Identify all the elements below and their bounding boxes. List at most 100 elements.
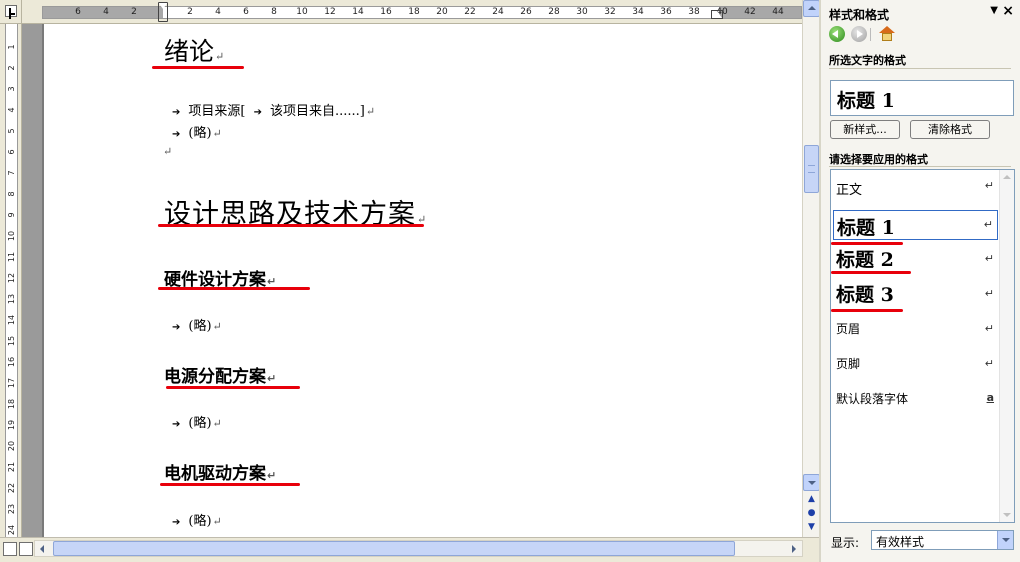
- ruler-tick: 10: [7, 230, 16, 242]
- chevron-down-icon[interactable]: [997, 531, 1013, 549]
- close-icon[interactable]: ×: [1002, 3, 1014, 19]
- tab-selector[interactable]: [0, 0, 22, 24]
- bullet-arrow-icon: ➔: [172, 322, 181, 333]
- document-horizontal-scrollbar[interactable]: [34, 540, 803, 557]
- style-item-heading-2[interactable]: 标题 2 ↵: [833, 245, 998, 273]
- ruler-tick: 28: [548, 7, 560, 17]
- bottom-bar: [0, 537, 819, 562]
- bullet-text: (略): [188, 319, 212, 334]
- clear-format-button[interactable]: 清除格式: [910, 120, 990, 139]
- divider: [829, 166, 1011, 167]
- scroll-down-button[interactable]: [803, 474, 820, 491]
- ruler-tick: 6: [75, 7, 81, 17]
- style-item-footer[interactable]: 页脚 ↵: [833, 355, 998, 375]
- ruler-tick: 22: [464, 7, 476, 17]
- ruler-tick: 4: [7, 107, 16, 113]
- red-underline: [158, 224, 424, 227]
- ruler-tick: 36: [660, 7, 672, 17]
- right-indent-marker[interactable]: [711, 10, 723, 19]
- arrow-up-icon: [808, 6, 816, 10]
- style-item-heading-3[interactable]: 标题 3 ↵: [833, 280, 998, 308]
- arrow-right-icon[interactable]: [792, 545, 796, 553]
- style-item-heading-1[interactable]: 标题 1 ↵: [833, 210, 998, 240]
- bullet-item[interactable]: ➔ (略)↵: [172, 412, 222, 431]
- style-list[interactable]: 正文 ↵ 标题 1 ↵ 标题 2 ↵ 标题 3 ↵ 页眉 ↵ 页脚 ↵ 默认段落…: [830, 169, 1015, 523]
- ruler-tick: 11: [7, 251, 16, 263]
- document-page[interactable]: 绪论↵ ➔ 项目来源[ ➔ 该项目来自......]↵ ➔ (略)↵ ↵ 设计思路及技…: [44, 24, 802, 537]
- style-item-header[interactable]: 页眉 ↵: [833, 320, 998, 340]
- paragraph-mark-icon: ↵: [984, 179, 994, 192]
- arrow-left-icon[interactable]: [40, 545, 44, 553]
- left-tab-icon: [5, 5, 17, 17]
- bullet-arrow-icon: ➔: [172, 419, 181, 430]
- pane-menu-icon[interactable]: ▼: [990, 5, 998, 16]
- style-name: 标题 3: [836, 284, 894, 306]
- home-icon[interactable]: [879, 26, 895, 41]
- ruler-tick: 13: [7, 293, 16, 305]
- ruler-tick: 2: [187, 7, 193, 17]
- bullet-item[interactable]: ➔ 项目来源[ ➔ 该项目来自......]↵: [172, 100, 375, 119]
- empty-paragraph[interactable]: ↵: [162, 144, 172, 159]
- heading-1-intro[interactable]: 绪论↵: [164, 32, 224, 68]
- scroll-thumb[interactable]: [804, 145, 819, 193]
- next-page-button[interactable]: ▼: [806, 522, 817, 533]
- bullet-text: (略): [188, 514, 212, 529]
- heading-2-power[interactable]: 电源分配方案↵: [164, 362, 276, 387]
- character-style-icon: a: [986, 391, 994, 404]
- scroll-up-button[interactable]: [803, 0, 820, 17]
- ruler-tick: 8: [7, 191, 16, 197]
- ruler-tick: 14: [352, 7, 364, 17]
- web-layout-view-button[interactable]: [19, 542, 33, 556]
- first-line-indent-marker[interactable]: [158, 2, 168, 22]
- red-underline: [166, 386, 300, 389]
- ruler-tick: 32: [604, 7, 616, 17]
- ruler-tick: 5: [7, 128, 16, 134]
- bullet-item[interactable]: ➔ (略)↵: [172, 315, 222, 334]
- ruler-tick: 38: [688, 7, 700, 17]
- ruler-tick: 19: [7, 419, 16, 431]
- ruler-tick: 3: [7, 86, 16, 92]
- paragraph-mark: ↵: [212, 417, 222, 430]
- show-dropdown[interactable]: 有效样式: [871, 530, 1014, 550]
- normal-view-button[interactable]: [3, 542, 17, 556]
- arrow-down-icon[interactable]: [1003, 513, 1011, 517]
- pane-title: 样式和格式: [829, 8, 890, 22]
- paragraph-mark: ↵: [267, 469, 277, 482]
- bullet-item[interactable]: ➔ (略)↵: [172, 122, 222, 141]
- paragraph-mark: ↵: [212, 515, 222, 528]
- back-icon[interactable]: [829, 26, 845, 42]
- document-vertical-scrollbar[interactable]: ▲ ● ▼: [802, 0, 820, 537]
- ruler-tick: 44: [772, 7, 784, 17]
- bullet-text: (略): [188, 126, 212, 141]
- horizontal-ruler[interactable]: 6 4 2 2 4 6 8 10 12 14 16 18 20 22 24 26…: [22, 0, 807, 24]
- ruler-tick: 6: [243, 7, 249, 17]
- style-item-default-font[interactable]: 默认段落字体 a: [833, 390, 998, 410]
- heading-2-motor[interactable]: 电机驱动方案↵: [164, 459, 276, 484]
- red-underline: [831, 309, 903, 312]
- bullet-arrow-icon: ➔: [172, 129, 181, 140]
- select-browse-object-button[interactable]: ●: [806, 508, 817, 519]
- bullet-arrow-icon: ➔: [172, 107, 181, 118]
- style-list-scrollbar[interactable]: [999, 170, 1014, 522]
- scroll-thumb[interactable]: [53, 541, 735, 556]
- ruler-tick: 15: [7, 335, 16, 347]
- style-name: 标题 1: [837, 217, 895, 239]
- current-style-box[interactable]: 标题 1: [830, 80, 1014, 116]
- arrow-up-icon[interactable]: [1003, 175, 1011, 179]
- paragraph-mark: ↵: [212, 320, 222, 333]
- style-item-body[interactable]: 正文 ↵: [833, 179, 998, 199]
- arrow-down-icon: [808, 481, 816, 485]
- ruler-tick: 16: [380, 7, 392, 17]
- selected-format-label: 所选文字的格式: [829, 54, 906, 67]
- bullet-arrow-icon: ➔: [253, 107, 262, 118]
- previous-page-button[interactable]: ▲: [806, 494, 817, 505]
- styles-and-formatting-pane: 样式和格式 ▼ × 所选文字的格式 标题 1 新样式... 清除格式 请选择要应…: [819, 0, 1020, 562]
- ruler-tick: 2: [7, 65, 16, 71]
- red-underline: [160, 483, 300, 486]
- forward-icon[interactable]: [851, 26, 867, 42]
- new-style-button[interactable]: 新样式...: [830, 120, 900, 139]
- paragraph-mark-icon: ↵: [984, 252, 994, 265]
- style-name: 页眉: [836, 322, 861, 336]
- bullet-item[interactable]: ➔ (略)↵: [172, 510, 222, 529]
- style-name: 标题 2: [836, 249, 894, 271]
